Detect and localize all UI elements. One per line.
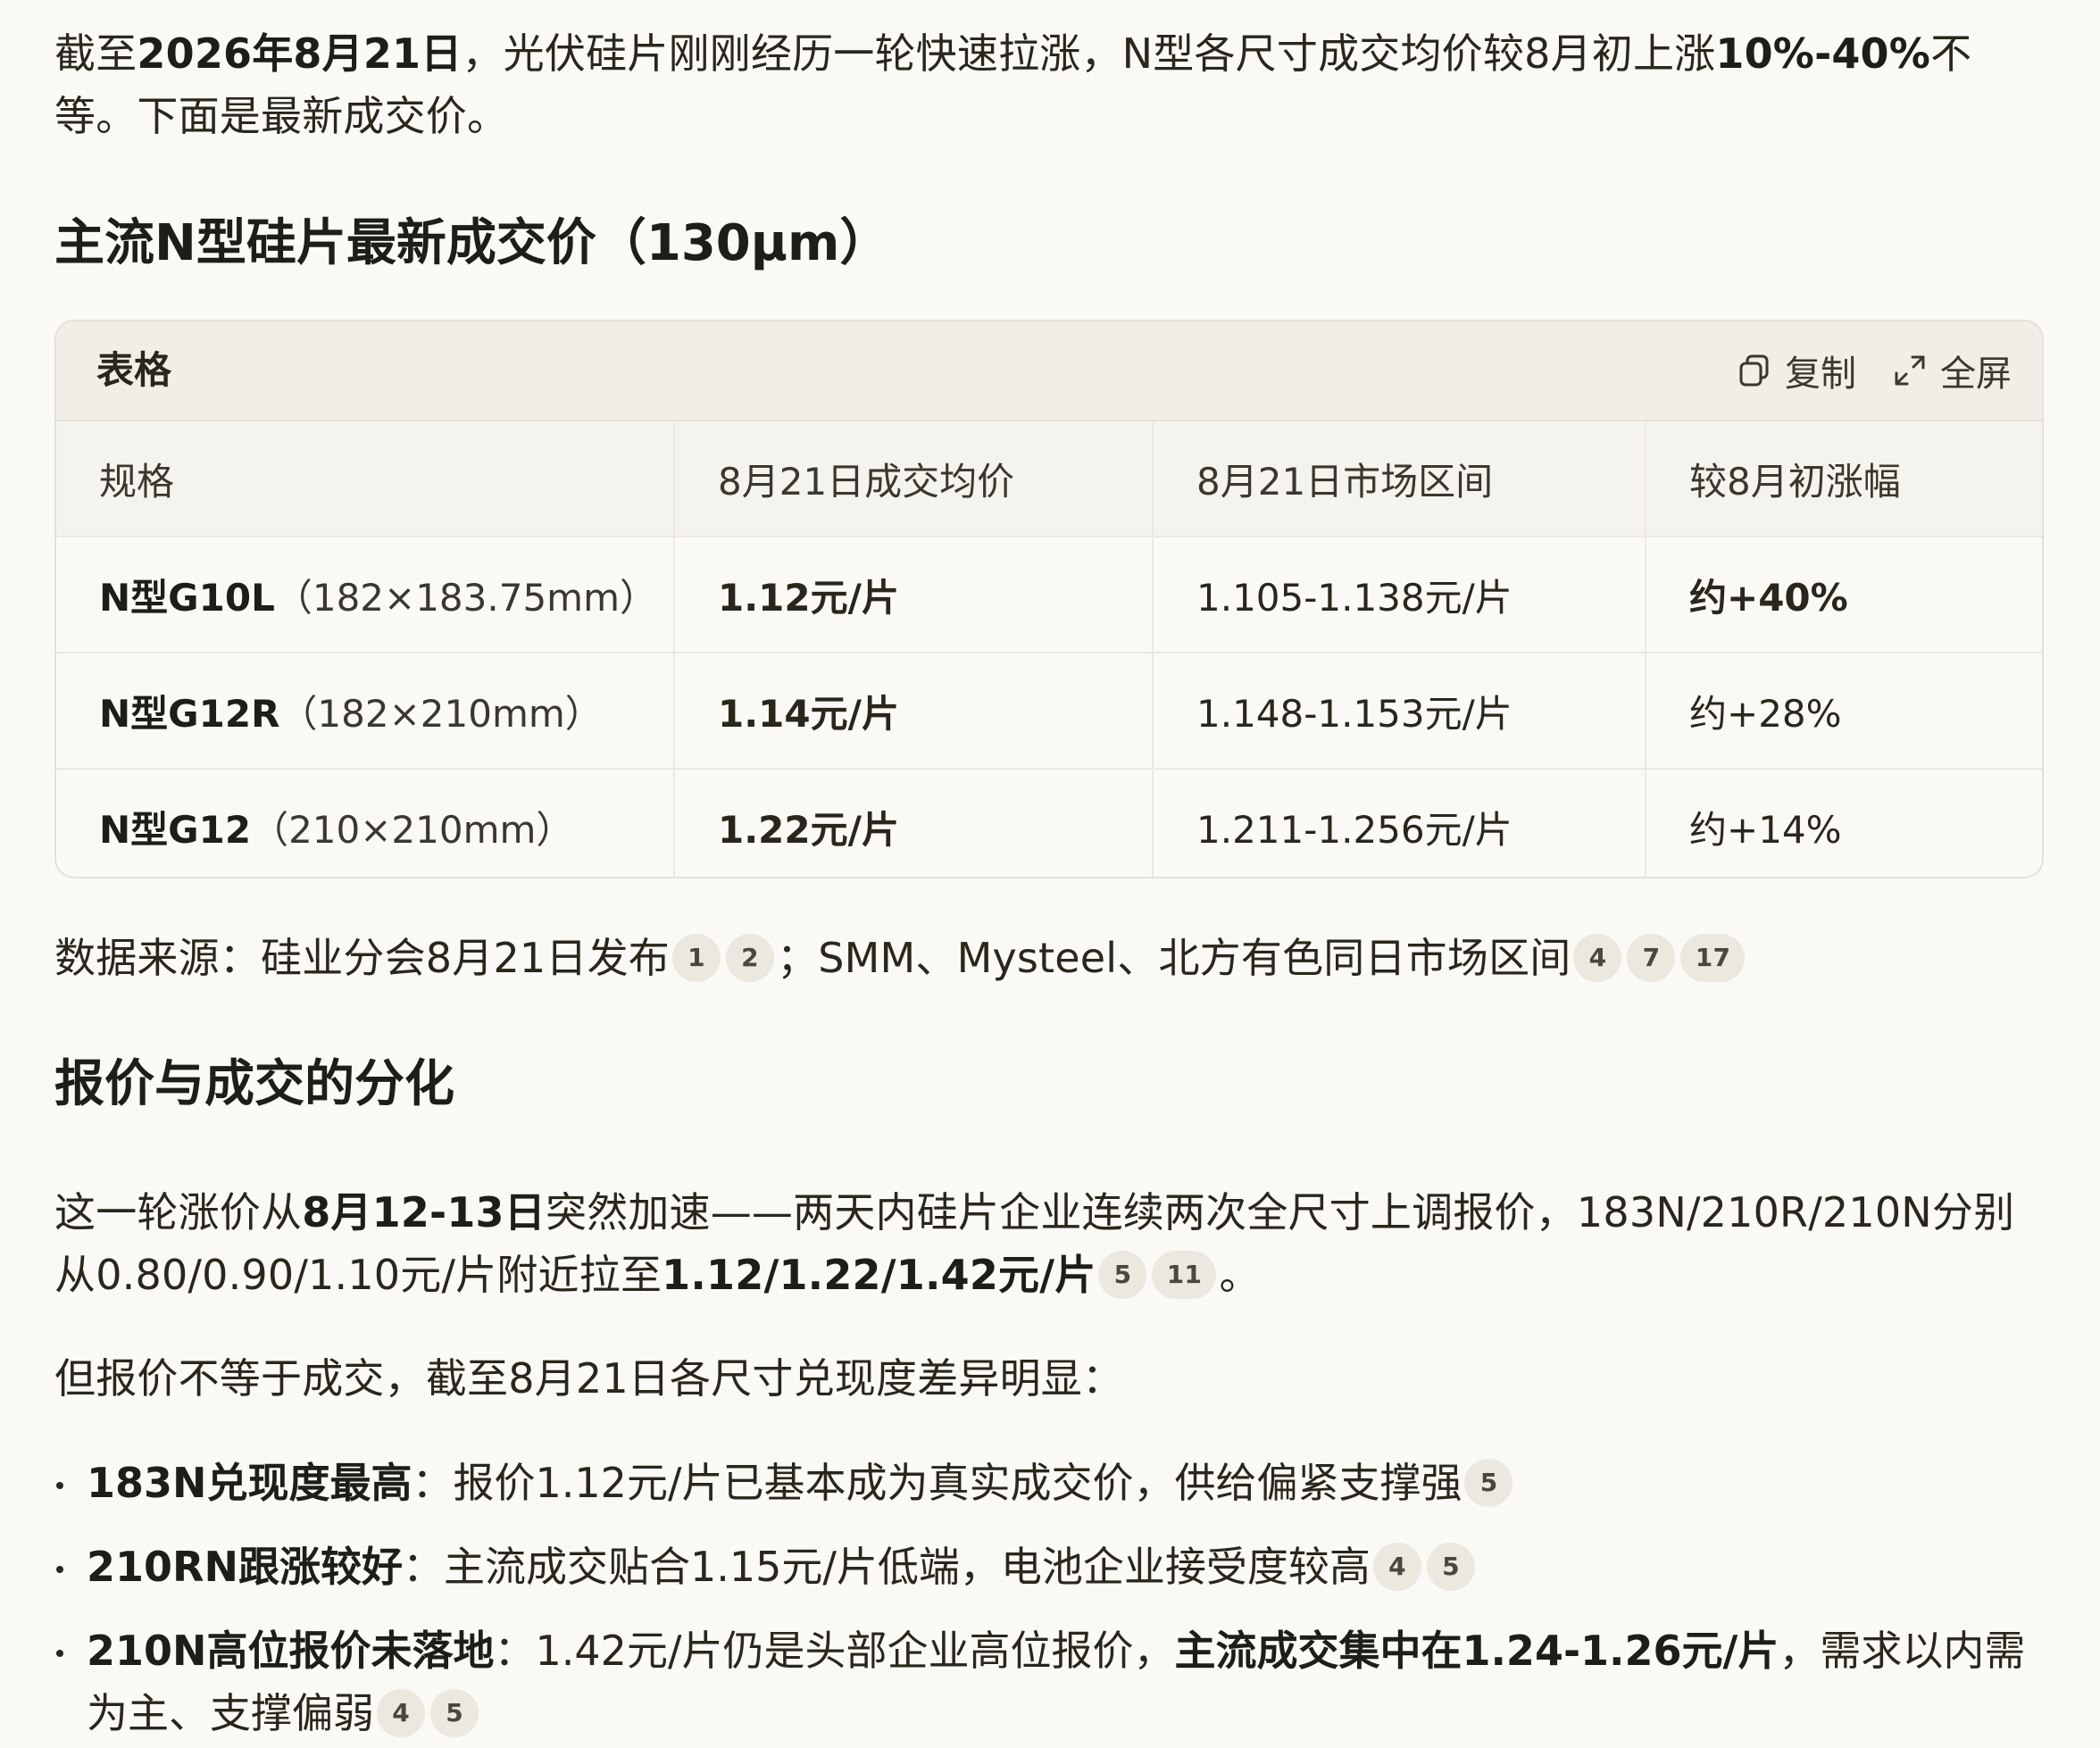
spec-size: （182×210mm） <box>279 691 603 736</box>
table-card-header: 表格 复制 全屏 <box>56 321 2042 421</box>
intro-text-2: ，光伏硅片刚刚经历一轮快速拉涨，N型各尺寸成交均价较8月初上涨 <box>462 29 1716 78</box>
range-cell: 1.148-1.153元/片 <box>1152 653 1646 770</box>
list-item: 183N兑现度最高：报价1.12元/片已基本成为真实成交价，供给偏紧支撑强 5 <box>54 1452 2046 1514</box>
table-card-actions: 复制 全屏 <box>1737 321 2012 420</box>
list-item-text: ：报价1.12元/片已基本成为真实成交价，供给偏紧支撑强 <box>412 1459 1462 1507</box>
list-item-text: ：1.42元/片仍是头部企业高位报价， <box>494 1627 1175 1675</box>
spec-cell: N型G10L（182×183.75mm） <box>56 537 674 653</box>
range-cell: 1.211-1.256元/片 <box>1152 769 1646 877</box>
rally-end: 。 <box>1219 1251 1261 1299</box>
expand-icon <box>1892 353 1928 388</box>
avg-price-cell: 1.22元/片 <box>673 769 1153 877</box>
table-row: N型G10L（182×183.75mm） 1.12元/片 1.105-1.138… <box>56 537 2042 653</box>
copy-button[interactable]: 复制 <box>1737 345 1856 396</box>
list-item-text: ：主流成交贴合1.15元/片低端，电池企业接受度较高 <box>402 1543 1371 1591</box>
citation-badge[interactable]: 5 <box>430 1688 479 1737</box>
source-text-2: SMM、Mysteel、北方有色同日市场区间 <box>818 934 1571 982</box>
copy-icon <box>1737 353 1772 388</box>
realization-list: 183N兑现度最高：报价1.12元/片已基本成为真实成交价，供给偏紧支撑强 5 2… <box>54 1452 2046 1744</box>
citation-badge[interactable]: 5 <box>1098 1250 1147 1299</box>
list-item-title: 210N高位报价未落地 <box>87 1627 495 1675</box>
list-item-title: 210RN跟涨较好 <box>87 1543 403 1591</box>
spec-cell: N型G12R（182×210mm） <box>56 653 674 770</box>
table-card-title: 表格 <box>96 348 172 392</box>
citation-badge[interactable]: 11 <box>1152 1250 1217 1299</box>
list-item-emphasis: 主流成交集中在1.24-1.26元/片 <box>1174 1627 1779 1675</box>
spec-name: N型G12R <box>99 691 280 736</box>
citation-badge[interactable]: 4 <box>1573 933 1622 982</box>
range-cell: 1.105-1.138元/片 <box>1152 537 1646 653</box>
spec-name: N型G10L <box>99 575 275 620</box>
change-cell: 约+14% <box>1645 769 2042 877</box>
citation-badge[interactable]: 1 <box>672 933 721 982</box>
spec-size: （182×183.75mm） <box>274 575 657 620</box>
rally-text-1: 这一轮涨价从 <box>54 1188 303 1236</box>
citation-badge[interactable]: 17 <box>1680 933 1746 982</box>
copy-label: 复制 <box>1785 354 1856 395</box>
change-cell: 约+28% <box>1645 653 2042 770</box>
intro-date: 2026年8月21日 <box>137 29 462 78</box>
column-header-avg: 8月21日成交均价 <box>673 421 1153 537</box>
column-header-spec: 规格 <box>56 421 674 537</box>
table-card: 表格 复制 全屏 规格 8月21日成交均价 8月21日市场区间 较8月初涨幅 N… <box>54 320 2044 878</box>
rally-prices: 1.12/1.22/1.42元/片 <box>662 1251 1096 1299</box>
fullscreen-label: 全屏 <box>1940 354 2012 395</box>
intro-text-1: 截至 <box>54 29 138 78</box>
spec-name: N型G12 <box>99 807 252 852</box>
table-row: N型G12（210×210mm） 1.22元/片 1.211-1.256元/片 … <box>56 769 2042 877</box>
source-text-1: 数据来源：硅业分会8月21日发布 <box>54 934 670 982</box>
section-title-prices: 主流N型硅片最新成交价（130μm） <box>54 214 890 272</box>
column-header-change: 较8月初涨幅 <box>1645 421 2042 537</box>
table-row: N型G12R（182×210mm） 1.14元/片 1.148-1.153元/片… <box>56 653 2042 770</box>
fullscreen-button[interactable]: 全屏 <box>1892 345 2012 396</box>
spec-cell: N型G12（210×210mm） <box>56 769 674 877</box>
citation-badge[interactable]: 5 <box>1464 1458 1513 1507</box>
list-item-title: 183N兑现度最高 <box>87 1459 412 1507</box>
avg-price-cell: 1.14元/片 <box>673 653 1153 770</box>
change-cell: 约+40% <box>1645 537 2042 653</box>
column-header-range: 8月21日市场区间 <box>1152 421 1646 537</box>
price-table: 规格 8月21日成交均价 8月21日市场区间 较8月初涨幅 N型G10L（182… <box>56 421 2042 877</box>
intro-range: 10%-40% <box>1715 29 1931 78</box>
rally-date: 8月12-13日 <box>302 1188 546 1236</box>
citation-badge[interactable]: 2 <box>726 933 774 982</box>
citation-badge[interactable]: 7 <box>1627 933 1676 982</box>
source-separator: ； <box>777 934 819 982</box>
intro-paragraph: 截至2026年8月21日，光伏硅片刚刚经历一轮快速拉涨，N型各尺寸成交均价较8月… <box>54 22 2046 147</box>
realization-paragraph: 但报价不等于成交，截至8月21日各尺寸兑现度差异明显： <box>54 1354 1124 1403</box>
list-item: 210N高位报价未落地：1.42元/片仍是头部企业高位报价，主流成交集中在1.2… <box>54 1619 2046 1744</box>
source-line: 数据来源：硅业分会8月21日发布 1 2 ；SMM、Mysteel、北方有色同日市场区… <box>54 927 2046 989</box>
section-title-divergence: 报价与成交的分化 <box>54 1055 454 1113</box>
list-item: 210RN跟涨较好：主流成交贴合1.15元/片低端，电池企业接受度较高 4 5 <box>54 1536 2046 1598</box>
citation-badge[interactable]: 4 <box>1372 1542 1421 1591</box>
citation-badge[interactable]: 4 <box>377 1688 425 1737</box>
rally-paragraph: 这一轮涨价从8月12-13日突然加速——两天内硅片企业连续两次全尺寸上调报价，1… <box>54 1181 2046 1306</box>
citation-badge[interactable]: 5 <box>1426 1542 1475 1591</box>
spec-size: （210×210mm） <box>251 807 574 852</box>
table-header-row: 规格 8月21日成交均价 8月21日市场区间 较8月初涨幅 <box>56 421 2042 537</box>
avg-price-cell: 1.12元/片 <box>673 537 1153 653</box>
